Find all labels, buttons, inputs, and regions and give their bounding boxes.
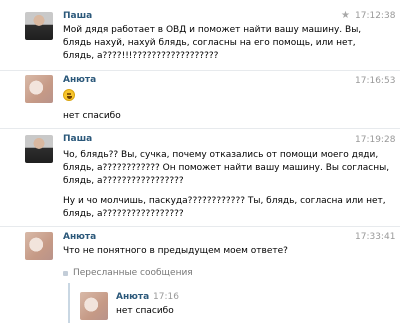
message-author[interactable]: Паша <box>63 11 92 21</box>
message-text-line: Чо, блядь?? Вы, сучка, почему отказались… <box>63 150 379 160</box>
message-author[interactable]: Анюта <box>63 75 96 85</box>
avatar[interactable] <box>25 12 53 40</box>
divider <box>0 226 400 227</box>
avatar[interactable] <box>25 75 53 103</box>
forwarded-text: нет спасибо <box>116 306 174 316</box>
message-text-line: Ну и чо молчишь, паскуда???????????? Ты,… <box>63 196 386 206</box>
forwarded-avatar[interactable] <box>80 292 108 320</box>
message-time[interactable]: 17:33:41 <box>355 232 395 242</box>
message-text-line: блядь, а????????????????? <box>63 176 184 186</box>
forwarded-messages-label[interactable]: Пересланные сообщения <box>73 268 193 278</box>
message-text-line: блядь, а????!!!?????????????????? <box>63 51 219 61</box>
message-text-line: Мой дядя работает в ОВД и поможет найти … <box>63 25 362 35</box>
star-icon[interactable]: ★ <box>341 10 350 21</box>
message-text-line: Что не понятного в предыдущем моем ответ… <box>63 246 288 256</box>
message-text-line: блядь, а???????????? Он поможет найти ва… <box>63 163 390 173</box>
message-author[interactable]: Паша <box>63 134 92 144</box>
forwarded-author[interactable]: Анюта <box>116 292 149 302</box>
message-time[interactable]: 17:12:38 <box>355 11 395 21</box>
forwarded-time[interactable]: 17:16 <box>153 292 179 302</box>
message-time[interactable]: 17:16:53 <box>355 76 395 86</box>
message-text-line: нет спасибо <box>63 111 121 121</box>
forward-icon <box>63 271 68 276</box>
message-time[interactable]: 17:19:28 <box>355 135 395 145</box>
laughing-face-icon <box>63 89 75 101</box>
avatar[interactable] <box>25 232 53 260</box>
divider <box>0 128 400 129</box>
message-author[interactable]: Анюта <box>63 232 96 242</box>
divider <box>0 70 400 71</box>
avatar[interactable] <box>25 135 53 163</box>
message-text-line: блядь нахуй, нахуй блядь, согласны на ег… <box>63 38 356 48</box>
message-text-line: блядь, а????????????????? <box>63 209 184 219</box>
forwarded-bar <box>68 283 70 323</box>
